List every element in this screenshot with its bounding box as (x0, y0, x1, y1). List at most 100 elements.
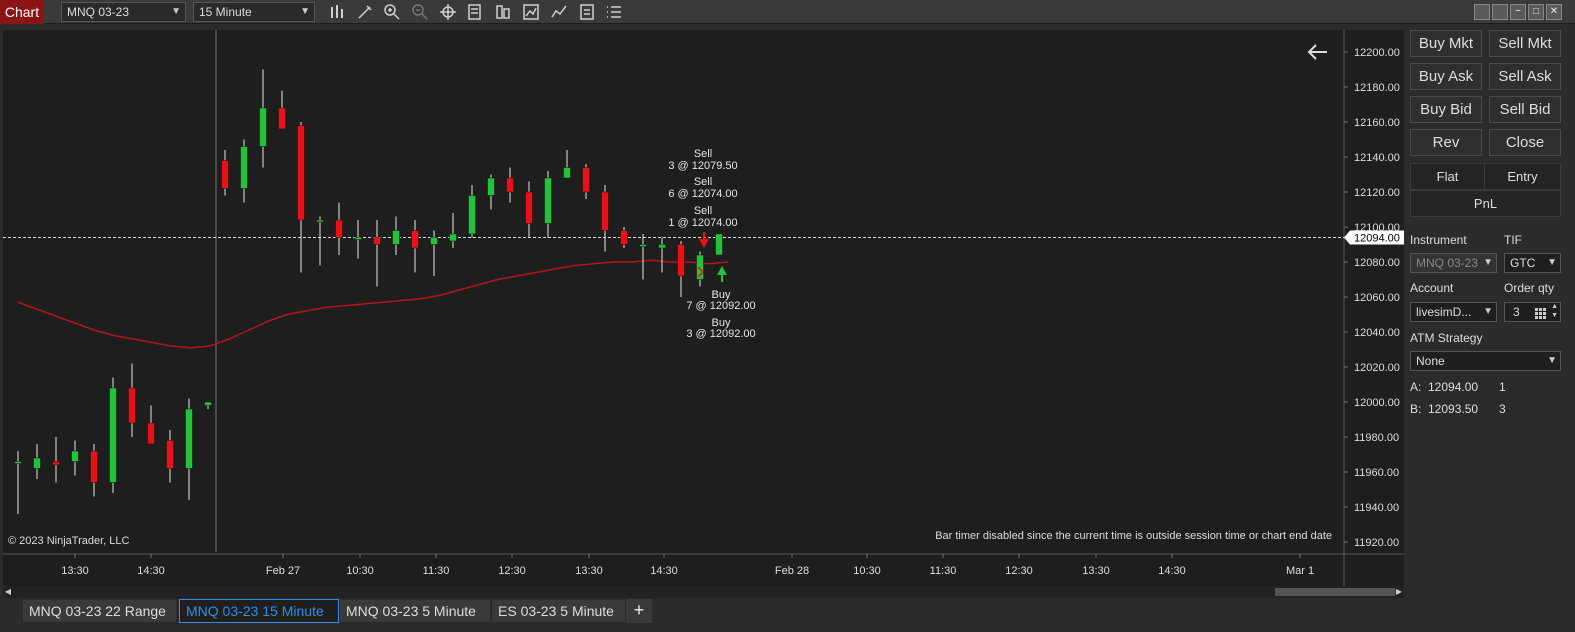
minimize-icon[interactable]: − (1510, 4, 1526, 20)
candle-body (14, 461, 22, 464)
candle-body (33, 457, 41, 469)
candle-body (582, 167, 590, 193)
order-qty-stepper[interactable]: 3 ▲ ▼ (1504, 302, 1561, 322)
horizontal-scrollbar[interactable]: ◀ ▶ (3, 586, 1404, 598)
chevron-down-icon: ▼ (1483, 306, 1493, 317)
strategies-icon[interactable] (522, 3, 540, 21)
templates-icon[interactable] (578, 3, 596, 21)
candle-body (373, 237, 381, 245)
chart-panel[interactable]: 12200.00 12180.00 12160.00 12140.00 12120.00… (3, 30, 1404, 586)
x-tick-label: 10:30 (346, 565, 374, 577)
panel-instrument-value: MNQ 03-23 (1416, 256, 1479, 270)
y-tick-label: 12060.00 (1354, 292, 1400, 304)
position-flat: Flat (1410, 163, 1485, 190)
sell-market-button[interactable]: Sell Mkt (1489, 30, 1561, 57)
close-position-button[interactable]: Close (1489, 129, 1561, 156)
indicators-icon[interactable] (550, 3, 568, 21)
tif-select[interactable]: GTC ▼ (1504, 253, 1561, 273)
moving-average-line (17, 259, 729, 349)
panel-instrument-select[interactable]: MNQ 03-23 ▼ (1410, 253, 1497, 273)
zoom-in-icon[interactable] (383, 3, 401, 21)
add-tab-button[interactable]: + (626, 599, 652, 623)
candle-body (715, 233, 723, 256)
candle-body (147, 422, 155, 445)
ask-label: A: (1410, 380, 1422, 394)
candle-body (620, 230, 628, 245)
tile-window-icon[interactable] (1474, 4, 1490, 20)
chart-window: Chart MNQ 03-23 ▼ 15 Minute ▼ − □ ✕ 1220… (0, 0, 1575, 632)
tab-mnq-15-minute[interactable]: MNQ 03-23 15 Minute (179, 599, 339, 623)
chart-trader-panel: Buy Mkt Sell Mkt Buy Ask Sell Ask Buy Bi… (1406, 26, 1575, 598)
candle-body (109, 387, 117, 483)
y-tick-label: 11940.00 (1354, 502, 1399, 514)
sell-bid-button[interactable]: Sell Bid (1489, 96, 1561, 123)
x-tick-label: 12:30 (498, 565, 526, 577)
calculator-icon[interactable] (1535, 306, 1546, 324)
ask-price: 12094.00 (1428, 380, 1479, 394)
chart-trader-icon[interactable] (605, 3, 623, 21)
candle-body (240, 146, 248, 189)
reverse-button[interactable]: Rev (1410, 129, 1482, 156)
stepper-arrows-icon[interactable]: ▲ ▼ (1551, 302, 1558, 320)
account-label: Account (1410, 281, 1454, 295)
sell-label-2-qty: 6 @ 12074.00 (668, 188, 737, 200)
scroll-left-icon[interactable]: ◀ (3, 586, 13, 598)
chevron-down-icon: ▼ (300, 6, 310, 17)
candle-body (90, 450, 98, 483)
tab-mnq-5-minute[interactable]: MNQ 03-23 5 Minute (339, 599, 491, 623)
close-icon[interactable]: ✕ (1546, 4, 1562, 20)
x-tick-label: 12:30 (1005, 565, 1033, 577)
sell-label-1-type: Sell (694, 148, 712, 160)
candle-body (639, 244, 647, 247)
scrollbar-thumb[interactable] (1275, 588, 1395, 596)
candle-body (52, 461, 60, 466)
buy-market-button[interactable]: Buy Mkt (1410, 30, 1482, 57)
candle-body (316, 219, 324, 223)
x-tick-label: 14:30 (650, 565, 678, 577)
copyright-text: © 2023 NinjaTrader, LLC (8, 535, 130, 547)
buy-label-2-qty: 3 @ 12092.00 (686, 328, 755, 340)
toolbar: Chart MNQ 03-23 ▼ 15 Minute ▼ − □ ✕ (0, 0, 1575, 24)
back-arrow-icon[interactable] (1307, 44, 1327, 60)
sell-label-3-qty: 1 @ 12074.00 (668, 217, 737, 229)
x-tick-label: Feb 27 (266, 565, 300, 577)
scroll-right-icon[interactable]: ▶ (1394, 586, 1404, 598)
candle-body (601, 191, 609, 231)
tab-mnq-22-range[interactable]: MNQ 03-23 22 Range (22, 599, 177, 623)
price-chart[interactable]: 12200.00 12180.00 12160.00 12140.00 12120.00… (3, 30, 1404, 586)
atm-strategy-select[interactable]: None ▼ (1410, 351, 1561, 371)
x-tick-label: 13:30 (61, 565, 89, 577)
sell-label-2-type: Sell (694, 176, 712, 188)
y-tick-label: 11920.00 (1354, 537, 1399, 549)
maximize-icon[interactable]: □ (1528, 4, 1544, 20)
crosshair-icon[interactable] (439, 3, 457, 21)
y-tick-label: 12040.00 (1354, 327, 1400, 339)
candle-body (525, 191, 533, 224)
account-select[interactable]: livesimD... ▼ (1410, 302, 1497, 322)
instrument-select[interactable]: MNQ 03-23 ▼ (61, 2, 186, 22)
y-tick-label: 12200.00 (1354, 47, 1400, 59)
y-tick-label: 11960.00 (1354, 467, 1399, 479)
candle-body (278, 107, 286, 130)
candle-body (677, 244, 685, 277)
entry-price-cell: Entry (1484, 163, 1561, 190)
candle-body (185, 408, 193, 469)
data-series-icon[interactable] (494, 3, 512, 21)
sell-ask-button[interactable]: Sell Ask (1489, 63, 1561, 90)
properties-icon[interactable] (466, 3, 484, 21)
chart-title-tab[interactable]: Chart (0, 0, 44, 24)
tile-window-icon[interactable] (1492, 4, 1508, 20)
tab-es-5-minute[interactable]: ES 03-23 5 Minute (491, 599, 626, 623)
current-price-label: 12094.00 (1354, 233, 1400, 245)
instrument-select-value: MNQ 03-23 (67, 5, 130, 19)
buy-bid-button[interactable]: Buy Bid (1410, 96, 1482, 123)
draw-pen-icon[interactable] (356, 3, 374, 21)
zoom-out-icon[interactable] (411, 3, 429, 21)
interval-select[interactable]: 15 Minute ▼ (193, 2, 315, 22)
candle-body (297, 125, 305, 221)
buy-ask-button[interactable]: Buy Ask (1410, 63, 1482, 90)
bars-type-icon[interactable] (328, 3, 346, 21)
atm-strategy-value: None (1416, 354, 1445, 368)
candle-body (487, 177, 495, 196)
tif-value: GTC (1510, 256, 1536, 270)
